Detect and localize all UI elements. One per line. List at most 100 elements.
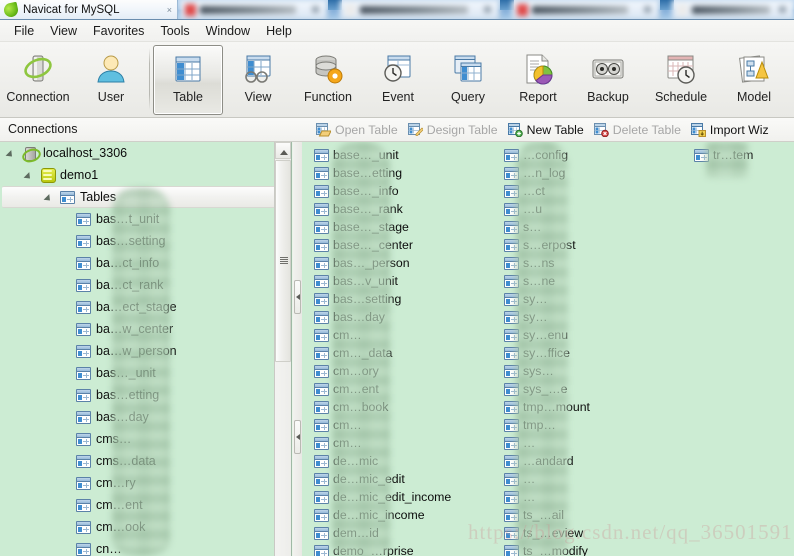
tree-node-table[interactable]: bas…day [0, 406, 291, 428]
menu-item-favorites[interactable]: Favorites [85, 22, 152, 40]
list-item[interactable]: cm…book [310, 398, 500, 416]
menu-item-view[interactable]: View [42, 22, 85, 40]
list-item[interactable]: sys… [500, 362, 690, 380]
list-item[interactable]: … [500, 488, 690, 506]
splitter-grip-top[interactable] [294, 280, 301, 314]
active-tab[interactable]: Navicat for MySQL × [0, 0, 178, 20]
tree-node-table[interactable]: ba…ct_info [0, 252, 291, 274]
list-item[interactable]: demo_…rprise [310, 542, 500, 556]
menu-item-window[interactable]: Window [198, 22, 258, 40]
list-item[interactable]: tr…tem [690, 146, 794, 164]
connections-tree[interactable]: localhost_3306 demo1 Tables bas…t_unit b… [0, 142, 292, 556]
list-item[interactable]: de…mic_edit_income [310, 488, 500, 506]
tree-node-table[interactable]: cm…ent [0, 494, 291, 516]
toolbar-button-connection[interactable]: Connection [0, 45, 76, 115]
list-item[interactable]: bas…_person [310, 254, 500, 272]
toolbar-button-function[interactable]: Function [293, 45, 363, 115]
close-icon[interactable] [484, 6, 491, 13]
toolbar-button-report[interactable]: Report [503, 45, 573, 115]
toolbar-button-user[interactable]: User [76, 45, 146, 115]
list-item[interactable]: s…ns [500, 254, 690, 272]
list-item[interactable]: ts_…eview [500, 524, 690, 542]
list-item[interactable]: …config [500, 146, 690, 164]
import-wizard-button[interactable]: Import Wiz [687, 121, 775, 139]
toolbar-button-table[interactable]: Table [153, 45, 223, 115]
list-item[interactable]: …u [500, 200, 690, 218]
list-item[interactable]: sy… [500, 290, 690, 308]
menu-item-file[interactable]: File [6, 22, 42, 40]
list-item[interactable]: sy…ffice [500, 344, 690, 362]
close-icon[interactable] [644, 6, 651, 13]
list-item[interactable]: base…_stage [310, 218, 500, 236]
list-item[interactable]: base…_center [310, 236, 500, 254]
tree-node-table[interactable]: bas…setting [0, 230, 291, 252]
scroll-up-button[interactable] [275, 142, 291, 159]
list-item[interactable]: bas…setting [310, 290, 500, 308]
close-icon[interactable] [312, 6, 319, 13]
list-item[interactable]: base…_unit [310, 146, 500, 164]
toolbar-button-event[interactable]: Event [363, 45, 433, 115]
list-item[interactable]: … [500, 470, 690, 488]
toolbar-button-backup[interactable]: Backup [573, 45, 643, 115]
background-tab[interactable] [672, 0, 794, 20]
chevron-expanded-icon[interactable] [26, 171, 35, 180]
list-item[interactable]: sy…enu [500, 326, 690, 344]
list-item[interactable]: bas…v_unit [310, 272, 500, 290]
list-item[interactable]: dem…id [310, 524, 500, 542]
toolbar-button-view[interactable]: View [223, 45, 293, 115]
tree-node-table[interactable]: ba…ect_stage [0, 296, 291, 318]
list-item[interactable]: sys_…e [500, 380, 690, 398]
tree-node-table[interactable]: cms… [0, 428, 291, 450]
list-item[interactable]: cm… [310, 326, 500, 344]
close-icon[interactable] [779, 6, 786, 13]
list-item[interactable]: … [500, 434, 690, 452]
tree-node-table[interactable]: ba…w_person [0, 340, 291, 362]
list-item[interactable]: de…mic [310, 452, 500, 470]
list-item[interactable]: sy… [500, 308, 690, 326]
list-item[interactable]: ts_…modify [500, 542, 690, 556]
list-item[interactable]: base…_rank [310, 200, 500, 218]
menu-item-help[interactable]: Help [258, 22, 300, 40]
close-icon[interactable]: × [167, 5, 172, 15]
tree-node-table[interactable]: cn… [0, 538, 291, 556]
list-item[interactable]: s… [500, 218, 690, 236]
list-item[interactable]: …ct [500, 182, 690, 200]
list-item[interactable]: de…mic_income [310, 506, 500, 524]
background-tab[interactable] [512, 0, 660, 20]
toolbar-button-model[interactable]: Model [719, 45, 789, 115]
list-item[interactable]: cm…ory [310, 362, 500, 380]
tree-node-database[interactable]: demo1 [0, 164, 291, 186]
list-item[interactable]: base…etting [310, 164, 500, 182]
toolbar-button-query[interactable]: Query [433, 45, 503, 115]
object-list-panel[interactable]: base…_unitbase…ettingbase…_infobase…_ran… [302, 142, 794, 556]
list-item[interactable]: ts_…ail [500, 506, 690, 524]
tree-node-tables[interactable]: Tables [2, 186, 281, 208]
tree-node-connection[interactable]: localhost_3306 [0, 142, 291, 164]
tree-node-table[interactable]: ba…w_center [0, 318, 291, 340]
tree-scrollbar[interactable] [274, 142, 291, 556]
list-item[interactable]: cm… [310, 434, 500, 452]
tree-node-table[interactable]: bas…_unit [0, 362, 291, 384]
list-item[interactable]: s…erpost [500, 236, 690, 254]
panel-splitter[interactable] [293, 142, 302, 556]
open-table-button[interactable]: Open Table [312, 121, 404, 139]
tree-node-table[interactable]: cm…ry [0, 472, 291, 494]
list-item[interactable]: cm… [310, 416, 500, 434]
list-item[interactable]: s…ne [500, 272, 690, 290]
list-item[interactable]: …n_log [500, 164, 690, 182]
list-item[interactable]: cm…_data [310, 344, 500, 362]
tree-node-table[interactable]: bas…t_unit [0, 208, 291, 230]
background-tab[interactable] [180, 0, 328, 20]
list-item[interactable]: base…_info [310, 182, 500, 200]
tree-node-table[interactable]: ba…ct_rank [0, 274, 291, 296]
list-item[interactable]: cm…ent [310, 380, 500, 398]
list-item[interactable]: tmp…mount [500, 398, 690, 416]
design-table-button[interactable]: Design Table [404, 121, 504, 139]
chevron-expanded-icon[interactable] [8, 149, 17, 158]
tree-node-table[interactable]: cms…data [0, 450, 291, 472]
list-item[interactable]: bas…day [310, 308, 500, 326]
menu-item-tools[interactable]: Tools [152, 22, 197, 40]
delete-table-button[interactable]: Delete Table [590, 121, 687, 139]
splitter-grip-bottom[interactable] [294, 420, 301, 454]
list-item[interactable]: …andard [500, 452, 690, 470]
